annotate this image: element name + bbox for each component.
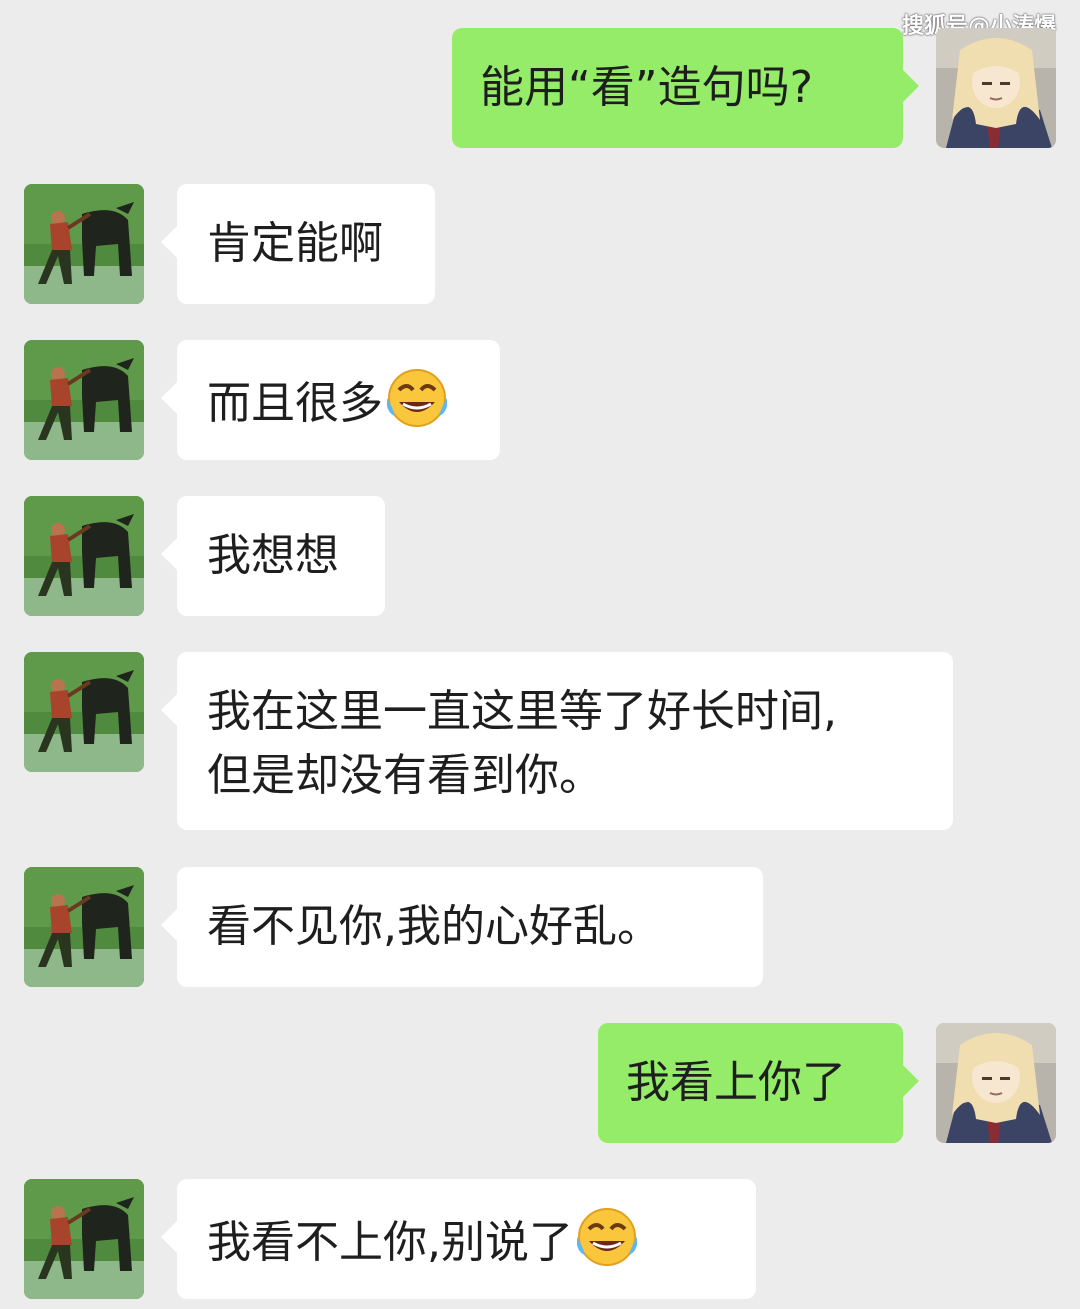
tears-of-joy-emoji-icon	[575, 1207, 639, 1287]
contact-avatar[interactable]	[24, 496, 144, 616]
message-text: 能用“看”造句吗?	[480, 62, 813, 113]
message-text: 看不见你,我的心好乱。	[207, 901, 661, 952]
anime-girl-avatar-icon	[936, 1023, 1056, 1143]
self-avatar[interactable]	[936, 28, 1056, 148]
anime-girl-avatar-icon	[936, 28, 1056, 148]
message-text-line: 我在这里一直这里等了好长时间,	[207, 686, 837, 737]
message-text-line: 但是却没有看到你。	[207, 750, 603, 801]
self-avatar[interactable]	[936, 1023, 1056, 1143]
man-with-buffalo-avatar-icon	[24, 184, 144, 304]
contact-avatar[interactable]	[24, 184, 144, 304]
tears-of-joy-emoji-icon	[385, 368, 449, 448]
message-text: 肯定能啊	[207, 218, 383, 269]
contact-avatar[interactable]	[24, 1179, 144, 1299]
contact-avatar[interactable]	[24, 340, 144, 460]
message-text: 我看上你了	[626, 1057, 846, 1108]
contact-avatar[interactable]	[24, 867, 144, 987]
contact-avatar[interactable]	[24, 652, 144, 772]
received-bubble[interactable]: 我看不上你,别说了	[161, 1179, 756, 1299]
message-text: 我看不上你,别说了	[207, 1217, 573, 1268]
received-bubble[interactable]: 看不见你,我的心好乱。	[161, 867, 763, 987]
man-with-buffalo-avatar-icon	[24, 867, 144, 987]
man-with-buffalo-avatar-icon	[24, 1179, 144, 1299]
message-text: 我想想	[207, 530, 339, 581]
received-bubble[interactable]: 我在这里一直这里等了好长时间, 但是却没有看到你。	[161, 652, 953, 830]
message-text: 而且很多	[207, 378, 383, 429]
sent-bubble[interactable]: 我看上你了	[598, 1023, 919, 1143]
received-bubble[interactable]: 肯定能啊	[161, 184, 435, 304]
man-with-buffalo-avatar-icon	[24, 340, 144, 460]
man-with-buffalo-avatar-icon	[24, 652, 144, 772]
sent-bubble[interactable]: 能用“看”造句吗?	[452, 28, 919, 148]
man-with-buffalo-avatar-icon	[24, 496, 144, 616]
received-bubble[interactable]: 我想想	[161, 496, 385, 616]
received-bubble[interactable]: 而且很多	[161, 340, 500, 460]
